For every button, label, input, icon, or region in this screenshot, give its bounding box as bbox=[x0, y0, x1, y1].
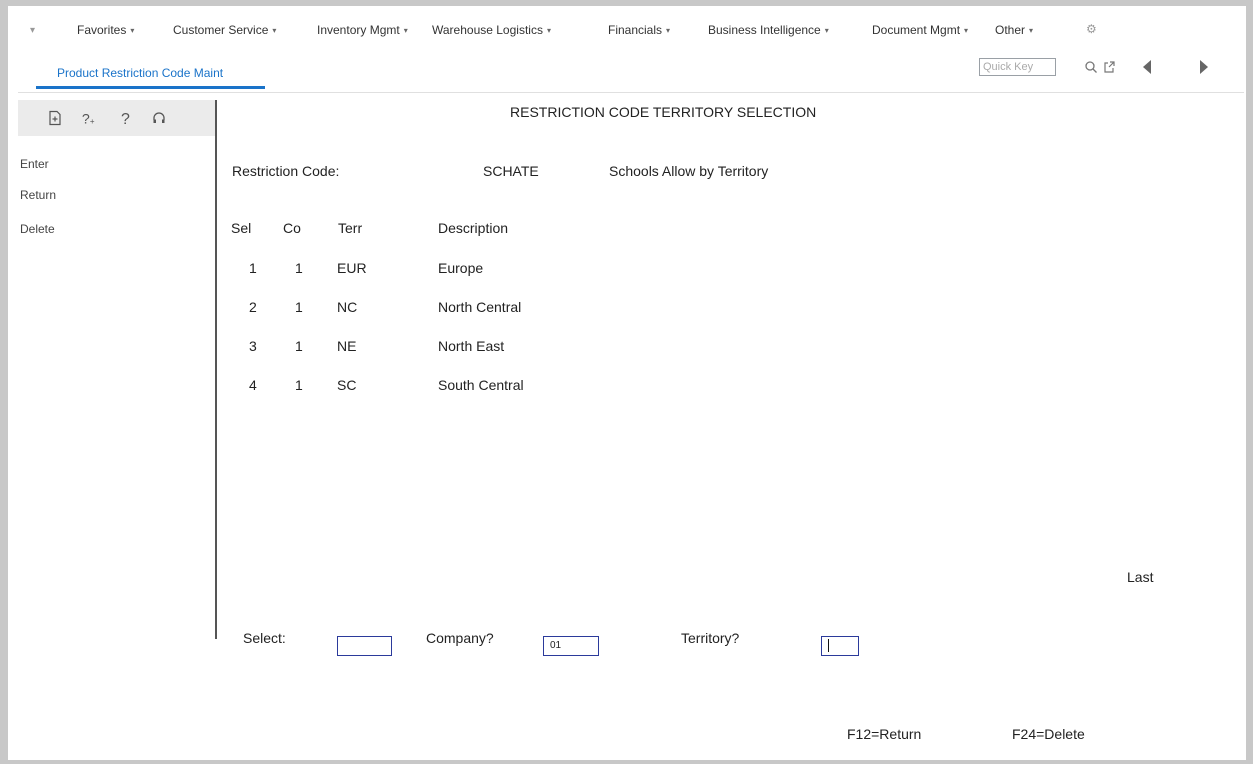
column-header-sel: Sel bbox=[231, 220, 252, 236]
app-window: ▾ Favorites ▾ Customer Service ▾ Inventory… bbox=[8, 6, 1246, 760]
f24-delete-key[interactable]: F24=Delete bbox=[1012, 726, 1085, 742]
row-co: 1 bbox=[295, 377, 303, 393]
external-link-icon[interactable] bbox=[1102, 60, 1116, 74]
nav-document-mgmt[interactable]: Document Mgmt ▾ bbox=[872, 23, 968, 37]
row-terr: NE bbox=[337, 338, 357, 354]
new-document-icon[interactable] bbox=[47, 110, 63, 126]
chevron-down-icon: ▾ bbox=[1029, 26, 1034, 35]
nav-customer-service-label: Customer Service bbox=[173, 23, 269, 37]
row-description: Europe bbox=[438, 260, 484, 276]
svg-text:?: ? bbox=[121, 111, 130, 126]
sidebar: ? + ? Enter Return Delete bbox=[18, 100, 216, 630]
page-title: RESTRICTION CODE TERRITORY SELECTION bbox=[510, 104, 817, 120]
column-header-terr: Terr bbox=[338, 220, 363, 236]
sidebar-item-return[interactable]: Return bbox=[20, 188, 56, 202]
header-divider bbox=[18, 92, 1244, 93]
row-description: North East bbox=[438, 338, 505, 354]
last-indicator: Last bbox=[1127, 569, 1154, 585]
help-plus-icon[interactable]: ? + bbox=[81, 110, 97, 126]
row-sel: 2 bbox=[249, 299, 257, 315]
restriction-code-value: SCHATE bbox=[483, 163, 539, 179]
chevron-down-icon: ▾ bbox=[546, 26, 551, 35]
nav-warehouse-logistics[interactable]: Warehouse Logistics ▾ bbox=[432, 23, 551, 37]
nav-other-label: Other bbox=[995, 23, 1026, 37]
arrow-right-icon[interactable] bbox=[1197, 59, 1211, 75]
f12-return-key[interactable]: F12=Return bbox=[847, 726, 921, 742]
sidebar-toolbar: ? + ? bbox=[18, 100, 216, 136]
row-sel: 3 bbox=[249, 338, 257, 354]
nav-financials-label: Financials bbox=[608, 23, 663, 37]
support-icon[interactable] bbox=[151, 110, 167, 126]
nav-other[interactable]: Other ▾ bbox=[995, 23, 1033, 37]
chevron-down-icon: ▾ bbox=[272, 26, 277, 35]
svg-text:?: ? bbox=[82, 111, 90, 126]
chevron-down-icon: ▾ bbox=[666, 26, 671, 35]
territory-field[interactable] bbox=[821, 636, 859, 656]
svg-text:+: + bbox=[90, 117, 95, 126]
restriction-code-label: Restriction Code: bbox=[232, 163, 340, 179]
nav-business-intelligence-label: Business Intelligence bbox=[708, 23, 821, 37]
tab-product-restriction-code-maint[interactable]: Product Restriction Code Maint bbox=[36, 61, 265, 91]
select-field[interactable] bbox=[337, 636, 392, 656]
row-description: South Central bbox=[438, 377, 524, 393]
nav-inventory-mgmt[interactable]: Inventory Mgmt ▾ bbox=[317, 23, 408, 37]
column-header-co: Co bbox=[283, 220, 301, 236]
row-co: 1 bbox=[295, 260, 303, 276]
chevron-down-icon: ▾ bbox=[130, 26, 135, 35]
nav-inventory-mgmt-label: Inventory Mgmt bbox=[317, 23, 400, 37]
row-co: 1 bbox=[295, 299, 303, 315]
gear-icon[interactable]: ⚙ bbox=[1086, 22, 1097, 36]
sidebar-item-delete[interactable]: Delete bbox=[20, 222, 55, 236]
row-terr: NC bbox=[337, 299, 358, 315]
nav-warehouse-logistics-label: Warehouse Logistics bbox=[432, 23, 543, 37]
tab-underline bbox=[36, 86, 265, 89]
company-label: Company? bbox=[426, 630, 494, 646]
help-icon[interactable]: ? bbox=[118, 110, 134, 126]
quick-key-input[interactable]: Quick Key bbox=[979, 58, 1056, 76]
column-header-description: Description bbox=[438, 220, 509, 236]
chevron-down-icon: ▾ bbox=[964, 26, 969, 35]
collapse-caret-icon[interactable]: ▾ bbox=[30, 25, 35, 36]
territory-label: Territory? bbox=[681, 630, 740, 646]
row-terr: EUR bbox=[337, 260, 367, 276]
tab-label: Product Restriction Code Maint bbox=[57, 66, 224, 80]
arrow-left-icon[interactable] bbox=[1140, 59, 1154, 75]
nav-document-mgmt-label: Document Mgmt bbox=[872, 23, 961, 37]
restriction-code-description: Schools Allow by Territory bbox=[609, 163, 769, 179]
nav-favorites[interactable]: Favorites ▾ bbox=[77, 23, 134, 37]
sidebar-divider bbox=[215, 100, 217, 639]
company-field[interactable]: 01 bbox=[543, 636, 599, 656]
row-sel: 4 bbox=[249, 377, 257, 393]
nav-customer-service[interactable]: Customer Service ▾ bbox=[173, 23, 276, 37]
nav-financials[interactable]: Financials ▾ bbox=[608, 23, 670, 37]
nav-business-intelligence[interactable]: Business Intelligence ▾ bbox=[708, 23, 829, 37]
chevron-down-icon: ▾ bbox=[824, 26, 829, 35]
search-icon[interactable] bbox=[1084, 60, 1098, 74]
select-label: Select: bbox=[243, 630, 286, 646]
top-nav: ▾ Favorites ▾ Customer Service ▾ Inventory… bbox=[8, 6, 1246, 46]
nav-favorites-label: Favorites bbox=[77, 23, 127, 37]
row-description: North Central bbox=[438, 299, 522, 315]
row-terr: SC bbox=[337, 377, 357, 393]
chevron-down-icon: ▾ bbox=[403, 26, 408, 35]
sidebar-item-enter[interactable]: Enter bbox=[20, 157, 49, 171]
row-co: 1 bbox=[295, 338, 303, 354]
text-cursor bbox=[828, 638, 829, 652]
row-sel: 1 bbox=[249, 260, 257, 276]
